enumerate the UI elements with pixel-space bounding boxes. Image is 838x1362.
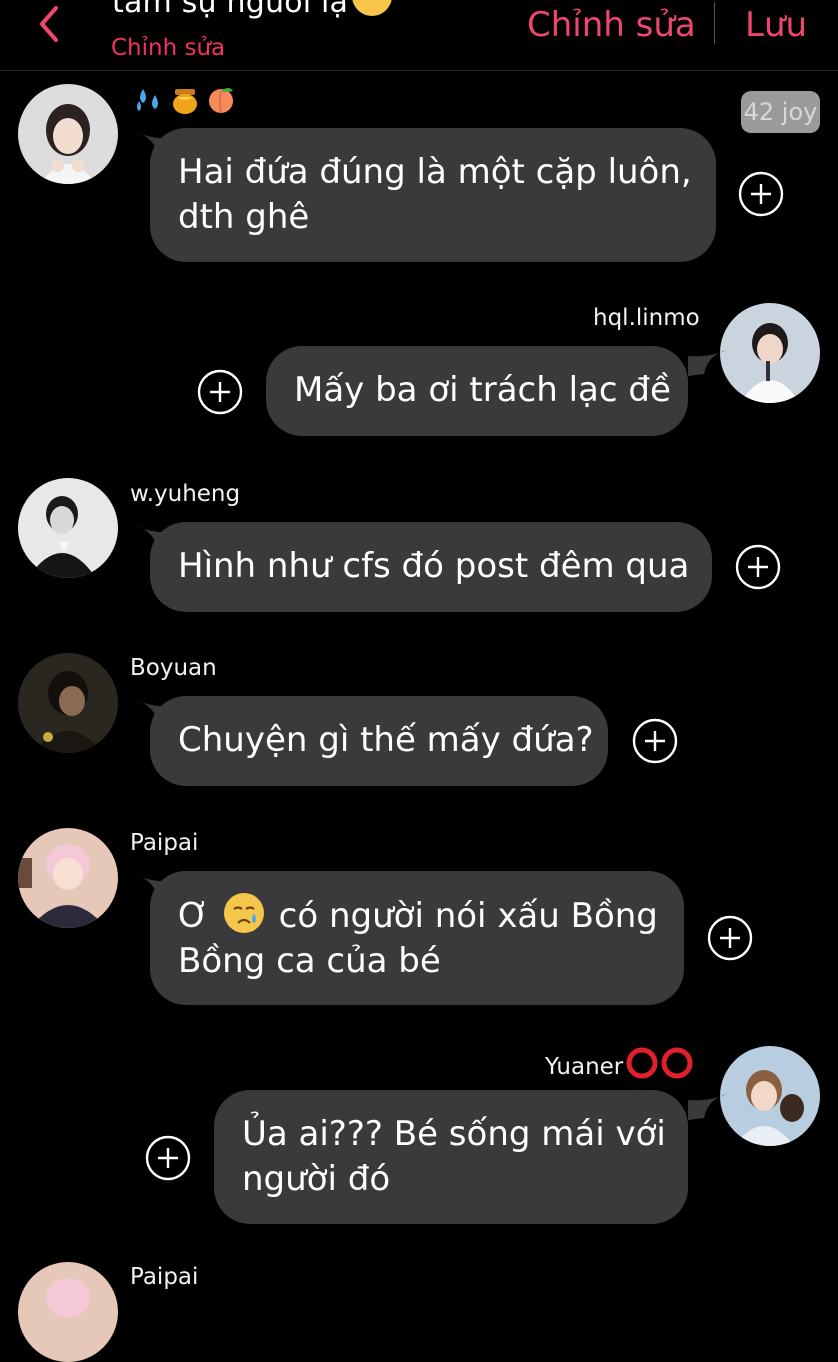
avatar[interactable] (18, 84, 118, 184)
avatar[interactable] (720, 1046, 820, 1146)
add-reaction-button[interactable] (145, 1135, 191, 1181)
plus-circle-icon (707, 915, 753, 961)
message-text-line: Hình như cfs đó post đêm qua (178, 546, 690, 586)
plus-circle-icon (197, 369, 243, 415)
message-text-fragment: có người nói xấu Bồng (278, 896, 658, 936)
plus-circle-icon (738, 171, 784, 217)
sender-name-text: Yuaner (545, 1054, 624, 1080)
header-divider (714, 2, 715, 44)
sender-name: hql.linmo (593, 305, 700, 331)
message-text-line: người đó (242, 1159, 391, 1199)
add-reaction-button[interactable] (707, 915, 753, 961)
sender-name: Yuaner (545, 1047, 695, 1080)
message-bubble[interactable]: Mấy ba ơi trách lạc đề (266, 346, 688, 436)
sweat-droplets-emoji (133, 83, 165, 115)
bubble-tail (688, 1094, 728, 1120)
crying-face-emoji (223, 893, 264, 933)
message-text-line: Ơ có người nói xấu Bồng (178, 893, 658, 939)
message-text-line: Chuyện gì thế mấy đứa? (178, 720, 594, 760)
save-button[interactable]: Lưu (745, 5, 807, 45)
back-button[interactable] (30, 2, 70, 46)
message-bubble[interactable]: Chuyện gì thế mấy đứa? (150, 696, 608, 786)
plus-circle-icon (145, 1135, 191, 1181)
peach-emoji (205, 83, 237, 115)
edit-button[interactable]: Chỉnh sửa (527, 5, 696, 45)
plus-circle-icon (735, 544, 781, 590)
avatar[interactable] (18, 478, 118, 578)
message-bubble[interactable]: Hình như cfs đó post đêm qua (150, 522, 712, 612)
add-reaction-button[interactable] (197, 369, 243, 415)
chat-title-text: tâm sự người lạ (112, 0, 349, 20)
sender-name: Boyuan (130, 655, 217, 681)
chevron-left-icon (40, 6, 58, 42)
message-bubble[interactable]: Ơ có người nói xấu Bồng Bồng ca của bé (150, 871, 684, 1005)
honey-pot-emoji (169, 83, 201, 115)
bubble-tail (688, 350, 728, 376)
sender-emojis (133, 83, 237, 119)
double-red-circle-emoji (625, 1047, 695, 1079)
sender-name: w.yuheng (130, 481, 241, 507)
avatar[interactable] (18, 653, 118, 753)
avatar[interactable] (720, 303, 820, 403)
message-text-line: Bồng ca của bé (178, 941, 441, 981)
message-text-line: Mấy ba ơi trách lạc đề (294, 370, 671, 410)
add-reaction-button[interactable] (632, 718, 678, 764)
add-reaction-button[interactable] (738, 171, 784, 217)
message-bubble[interactable]: Ủa ai??? Bé sống mái với người đó (214, 1090, 688, 1224)
chat-header: tâm sự người lạ Chỉnh sửa Chỉnh sửa Lưu (0, 0, 838, 71)
message-text-fragment: Ơ (178, 896, 210, 936)
avatar[interactable] (18, 828, 118, 928)
message-text-line: dth ghê (178, 197, 310, 237)
joy-badge: 42 joy (741, 91, 820, 133)
chat-title: tâm sự người lạ (112, 0, 393, 20)
edit-subtitle-link[interactable]: Chỉnh sửa (111, 35, 225, 61)
message-text-line: Ủa ai??? Bé sống mái với (242, 1114, 666, 1154)
add-reaction-button[interactable] (735, 544, 781, 590)
relieved-face-emoji (352, 0, 393, 16)
sender-name: Paipai (130, 830, 199, 856)
message-bubble[interactable]: Hai đứa đúng là một cặp luôn, dth ghê (150, 128, 716, 262)
sender-name: Paipai (130, 1264, 199, 1290)
message-text-line: Hai đứa đúng là một cặp luôn, (178, 152, 692, 192)
avatar[interactable] (18, 1262, 118, 1362)
plus-circle-icon (632, 718, 678, 764)
